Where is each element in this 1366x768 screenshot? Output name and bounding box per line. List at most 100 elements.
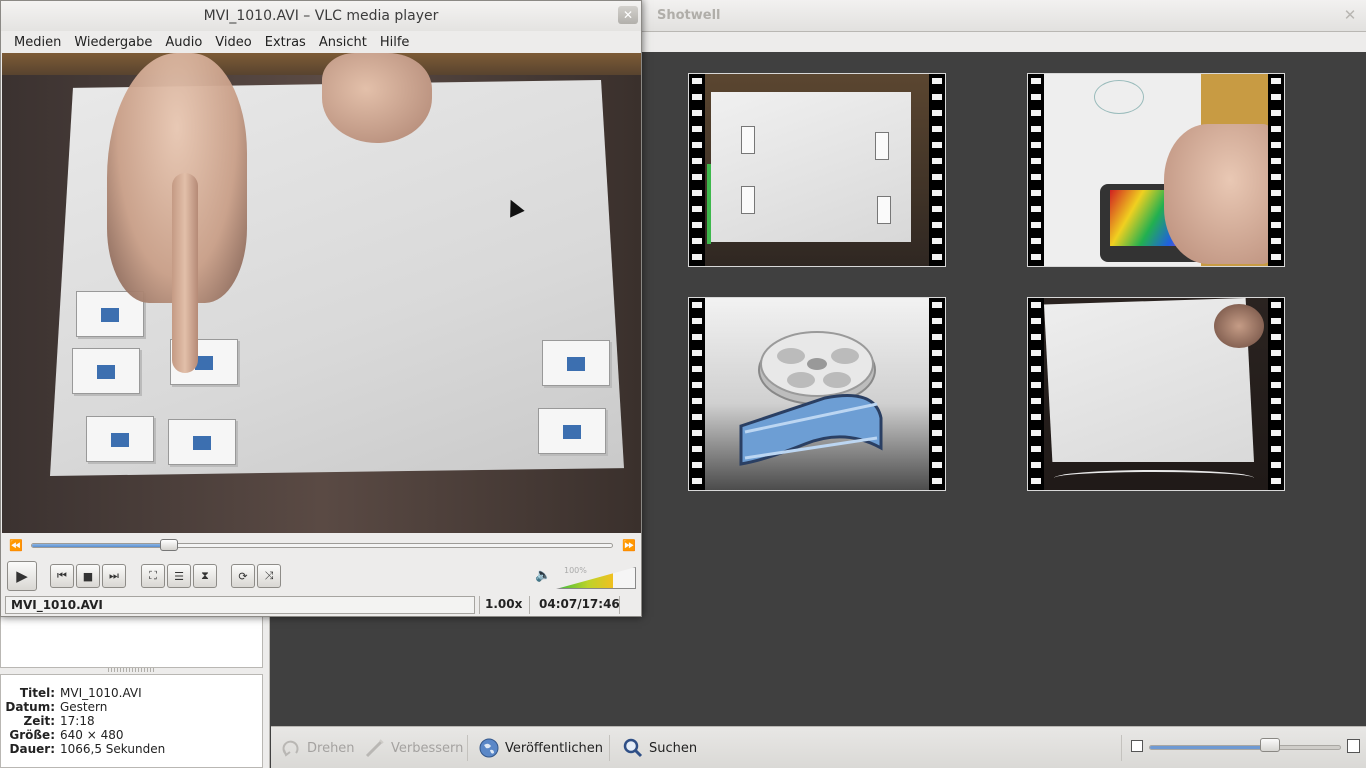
metadata-row-size: Größe: 640 × 480: [1, 728, 262, 742]
vlc-status-bar: MVI_1010.AVI 1.00x 04:07/17:46: [1, 593, 641, 617]
zoom-out-photo-icon[interactable]: [1131, 740, 1143, 752]
metadata-value: 17:18: [60, 714, 95, 728]
film-strip-right: [1268, 74, 1284, 266]
playlist-icon: ☰: [174, 569, 184, 583]
stop-button[interactable]: ■: [76, 564, 100, 588]
toolbar-separator: [609, 735, 610, 761]
metadata-row-duration: Dauer: 1066,5 Sekunden: [1, 742, 262, 756]
video-frame-card: [86, 416, 154, 462]
extended-settings-button[interactable]: ⧗: [193, 564, 217, 588]
loop-button[interactable]: ⟳: [231, 564, 255, 588]
publish-label: Veröffentlichen: [505, 740, 604, 756]
zoom-slider-handle[interactable]: [1260, 738, 1280, 752]
playback-rate[interactable]: 1.00x: [485, 596, 522, 612]
globe-icon: [479, 738, 499, 758]
enhance-label: Verbessern: [391, 740, 464, 756]
metadata-key: Dauer:: [9, 742, 55, 756]
playback-controls: ▶ ⏮ ■ ⏭ ⛶ ☰ ⧗ ⟳ ⤨ 🔈 100%: [1, 557, 641, 593]
menu-video[interactable]: Video: [215, 35, 251, 50]
video-thumbnail[interactable]: [1027, 73, 1285, 267]
publish-button[interactable]: Veröffentlichen: [479, 737, 603, 759]
video-frame-card: [538, 408, 606, 454]
vlc-close-icon[interactable]: ✕: [618, 6, 638, 24]
menu-audio[interactable]: Audio: [165, 35, 202, 50]
previous-icon: ⏮: [57, 569, 67, 582]
fullscreen-button[interactable]: ⛶: [141, 564, 165, 588]
film-strip-right: [929, 74, 945, 266]
seek-slider-handle[interactable]: [160, 539, 178, 551]
metadata-key: Zeit:: [23, 714, 56, 728]
metadata-key: Größe:: [9, 728, 55, 742]
metadata-panel: Titel: MVI_1010.AVI Datum: Gestern Zeit:…: [0, 674, 263, 768]
fast-forward-icon[interactable]: ⏩: [622, 539, 636, 552]
shotwell-toolbar: Drehen Verbessern Veröffentlichen Suchen: [271, 726, 1366, 768]
film-strip-left: [1028, 74, 1044, 266]
playlist-button[interactable]: ☰: [167, 564, 191, 588]
video-thumbnail[interactable]: [688, 297, 946, 491]
zoom-slider-fill: [1150, 746, 1270, 749]
status-separator: [529, 596, 530, 614]
toolbar-separator: [1121, 735, 1122, 761]
status-separator: [479, 596, 480, 614]
zoom-slider[interactable]: [1149, 745, 1341, 750]
video-thumbnail[interactable]: [688, 73, 946, 267]
film-strip-right: [929, 298, 945, 490]
elapsed-total-time[interactable]: 04:07/17:46: [539, 596, 620, 612]
metadata-value: 640 × 480: [60, 728, 124, 742]
play-icon: ▶: [16, 567, 28, 585]
equalizer-icon: ⧗: [201, 569, 209, 582]
vlc-menubar: Medien Wiedergabe Audio Video Extras Ans…: [1, 31, 641, 53]
rotate-label: Drehen: [307, 740, 355, 756]
previous-button[interactable]: ⏮: [50, 564, 74, 588]
next-button[interactable]: ⏭: [102, 564, 126, 588]
vlc-window-title: MVI_1010.AVI – VLC media player: [203, 8, 439, 24]
status-filename: MVI_1010.AVI: [5, 596, 475, 614]
metadata-value: Gestern: [60, 700, 108, 714]
shuffle-button[interactable]: ⤨: [257, 564, 281, 588]
loop-icon: ⟳: [238, 569, 248, 583]
video-thumbnail[interactable]: [1027, 297, 1285, 491]
video-thumbnail-film-reel-icon: [705, 298, 929, 490]
menu-wiedergabe[interactable]: Wiedergabe: [74, 35, 152, 50]
zoom-in-photo-icon[interactable]: [1347, 739, 1360, 753]
play-button[interactable]: ▶: [7, 561, 37, 591]
menu-hilfe[interactable]: Hilfe: [380, 35, 410, 50]
rewind-icon[interactable]: ⏪: [9, 539, 23, 552]
film-strip-left: [689, 298, 705, 490]
video-frame-card: [168, 419, 236, 465]
rotate-button[interactable]: Drehen: [281, 737, 355, 759]
seek-bar-area: ⏪ ⏩: [1, 534, 641, 556]
metadata-value: 1066,5 Sekunden: [60, 742, 166, 756]
film-strip-left: [1028, 298, 1044, 490]
metadata-row-time: Zeit: 17:18: [1, 714, 262, 728]
film-strip-right: [1268, 298, 1284, 490]
sidebar-pane-resize-handle[interactable]: [108, 668, 154, 672]
vlc-window: MVI_1010.AVI – VLC media player ✕ Medien…: [0, 0, 642, 617]
video-thumbnail-phone-icon: [1044, 74, 1274, 266]
metadata-row-date: Datum: Gestern: [1, 700, 262, 714]
stop-icon: ■: [82, 569, 94, 583]
video-output[interactable]: [2, 53, 641, 533]
volume-icon[interactable]: 🔈: [535, 568, 551, 583]
metadata-key: Datum:: [5, 700, 55, 714]
rotate-icon: [281, 738, 301, 758]
metadata-key: Titel:: [19, 686, 55, 700]
vlc-titlebar[interactable]: MVI_1010.AVI – VLC media player ✕: [1, 1, 641, 31]
shotwell-window-title: Shotwell: [657, 8, 721, 23]
status-separator: [619, 596, 620, 614]
enhance-button[interactable]: Verbessern: [365, 737, 463, 759]
metadata-row-title: Titel: MVI_1010.AVI: [1, 686, 262, 700]
menu-ansicht[interactable]: Ansicht: [319, 35, 367, 50]
metadata-value: MVI_1010.AVI: [60, 686, 142, 700]
seek-slider[interactable]: [31, 543, 613, 548]
fullscreen-icon: ⛶: [149, 569, 157, 582]
menu-medien[interactable]: Medien: [14, 35, 61, 50]
seek-slider-fill: [32, 544, 169, 547]
search-button[interactable]: Suchen: [623, 737, 697, 759]
video-thumbnail-blank-paper-icon: [1044, 298, 1268, 490]
film-strip-left: [689, 74, 705, 266]
video-frame-hand: [322, 53, 432, 143]
volume-percent: 100%: [564, 566, 587, 575]
shotwell-close-icon[interactable]: ✕: [1342, 6, 1358, 24]
menu-extras[interactable]: Extras: [265, 35, 306, 50]
